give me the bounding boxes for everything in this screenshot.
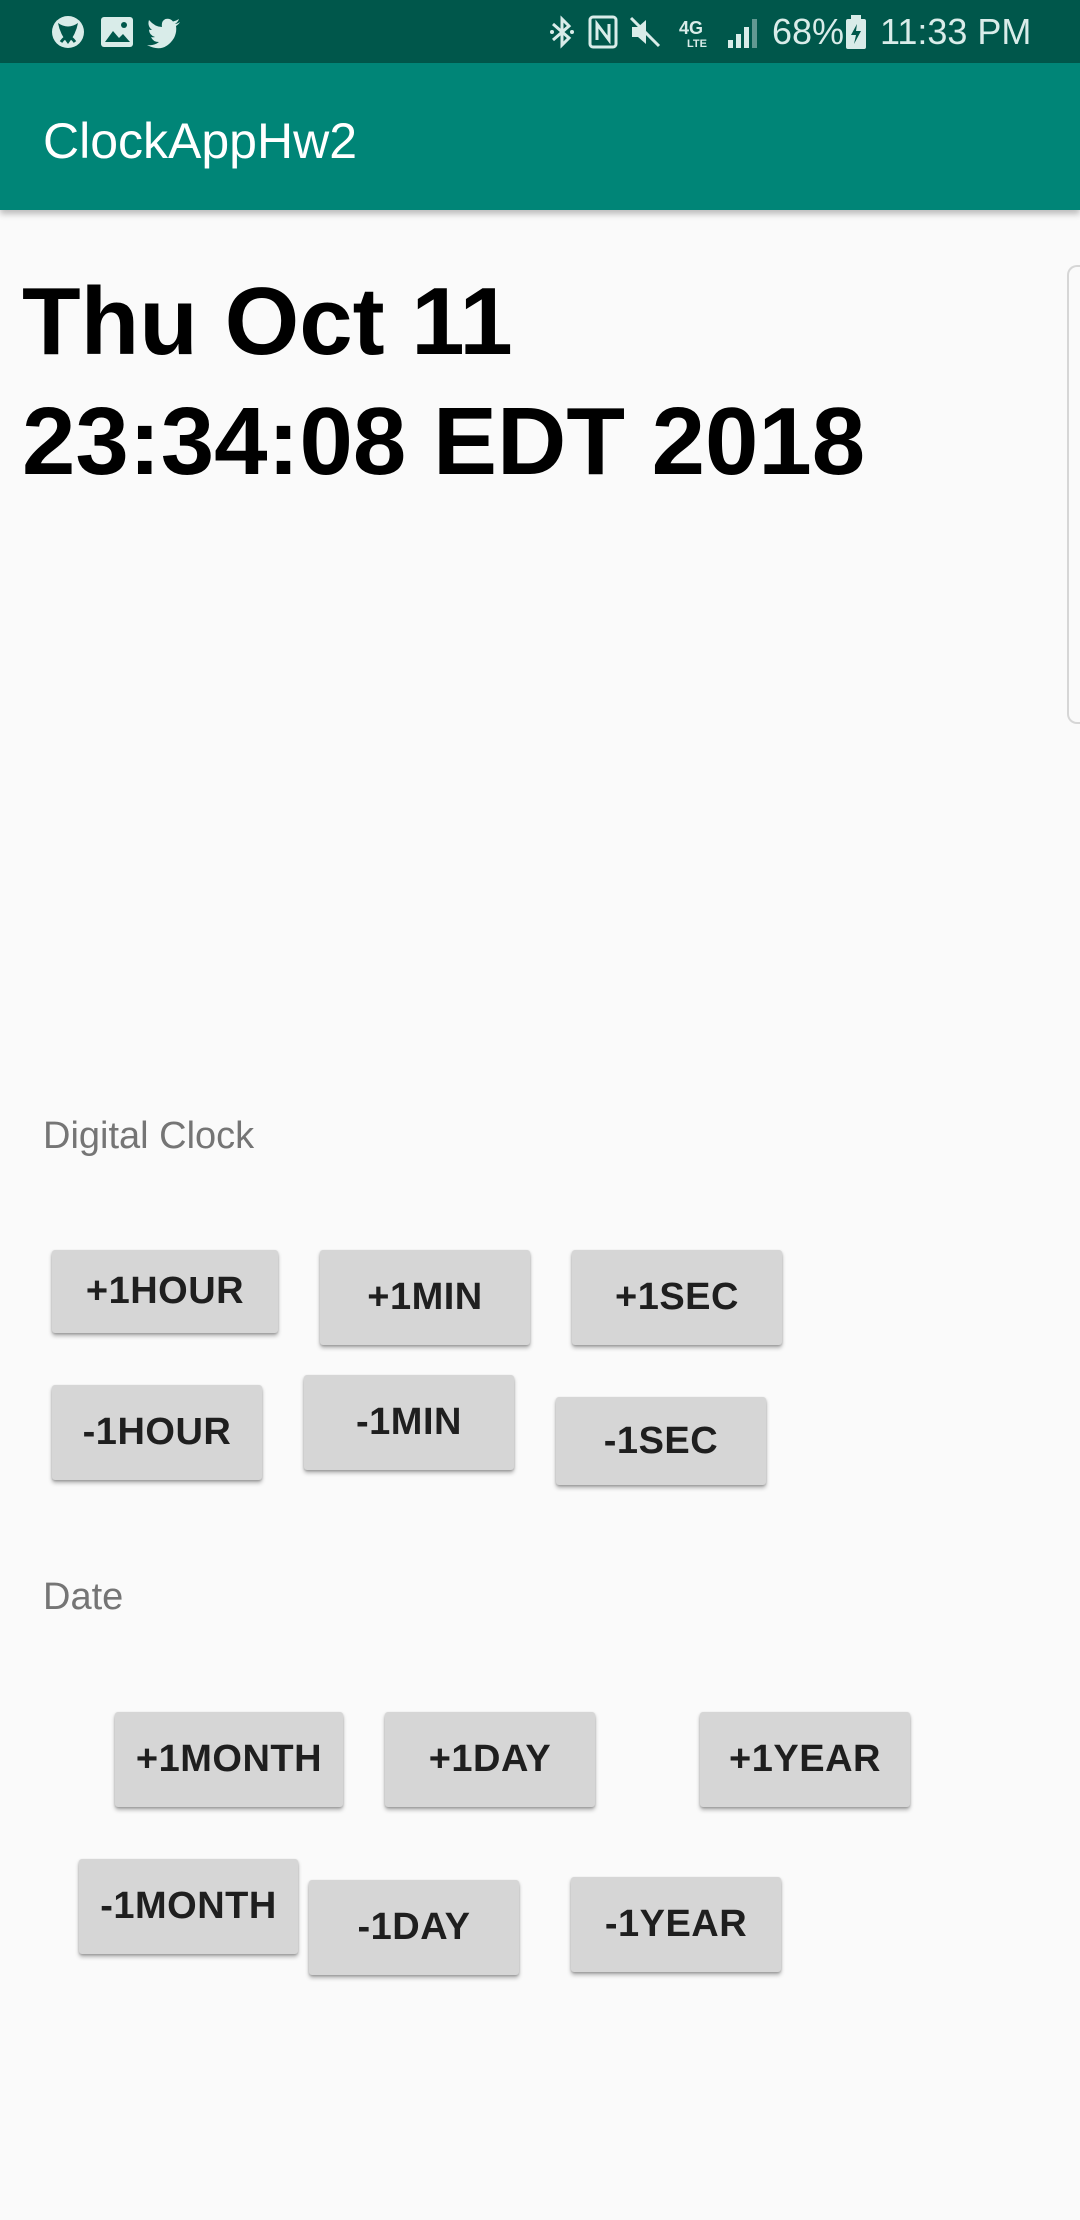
plus-hour-button[interactable]: +1HOUR (52, 1250, 278, 1333)
app-bar: ClockAppHw2 (0, 63, 1080, 210)
4g-lte-icon: 4G LTE (679, 18, 707, 50)
mute-icon (629, 16, 661, 48)
minus-day-button[interactable]: -1DAY (309, 1880, 519, 1975)
status-bar: 4G LTE 68% 11:33 PM (0, 0, 1080, 63)
battery-icon (846, 15, 866, 49)
minus-hour-button[interactable]: -1HOUR (52, 1385, 262, 1480)
app-title: ClockAppHw2 (43, 113, 358, 169)
image-icon (101, 17, 133, 47)
bluetooth-icon (550, 15, 574, 49)
minus-sec-button[interactable]: -1SEC (556, 1397, 766, 1485)
plus-min-button[interactable]: +1MIN (320, 1250, 530, 1345)
xbox-icon (52, 16, 84, 48)
svg-text:LTE: LTE (687, 38, 707, 50)
plus-sec-button[interactable]: +1SEC (572, 1250, 782, 1345)
minus-month-button[interactable]: -1MONTH (79, 1859, 298, 1954)
digital-clock-label: Digital Clock (43, 1115, 255, 1157)
minus-year-button[interactable]: -1YEAR (571, 1877, 781, 1972)
status-time: 11:33 PM (880, 11, 1032, 52)
clock-date-line: Thu Oct 11 (22, 268, 513, 375)
svg-text:4G: 4G (679, 18, 703, 38)
nfc-icon (588, 15, 618, 49)
clock-display: Thu Oct 11 23:34:08 EDT 2018 (22, 262, 1032, 502)
clock-time-line: 23:34:08 EDT 2018 (22, 388, 866, 495)
plus-month-button[interactable]: +1MONTH (115, 1712, 343, 1807)
minus-min-button[interactable]: -1MIN (304, 1375, 514, 1470)
battery-percent: 68% (772, 11, 845, 52)
scroll-edge (1067, 265, 1080, 724)
date-label: Date (43, 1576, 124, 1618)
plus-day-button[interactable]: +1DAY (385, 1712, 595, 1807)
app-screen: 4G LTE 68% 11:33 PM ClockAppHw2 Thu Oct … (0, 0, 1080, 2220)
twitter-icon (147, 18, 180, 49)
plus-year-button[interactable]: +1YEAR (700, 1712, 910, 1807)
signal-icon (728, 19, 757, 48)
